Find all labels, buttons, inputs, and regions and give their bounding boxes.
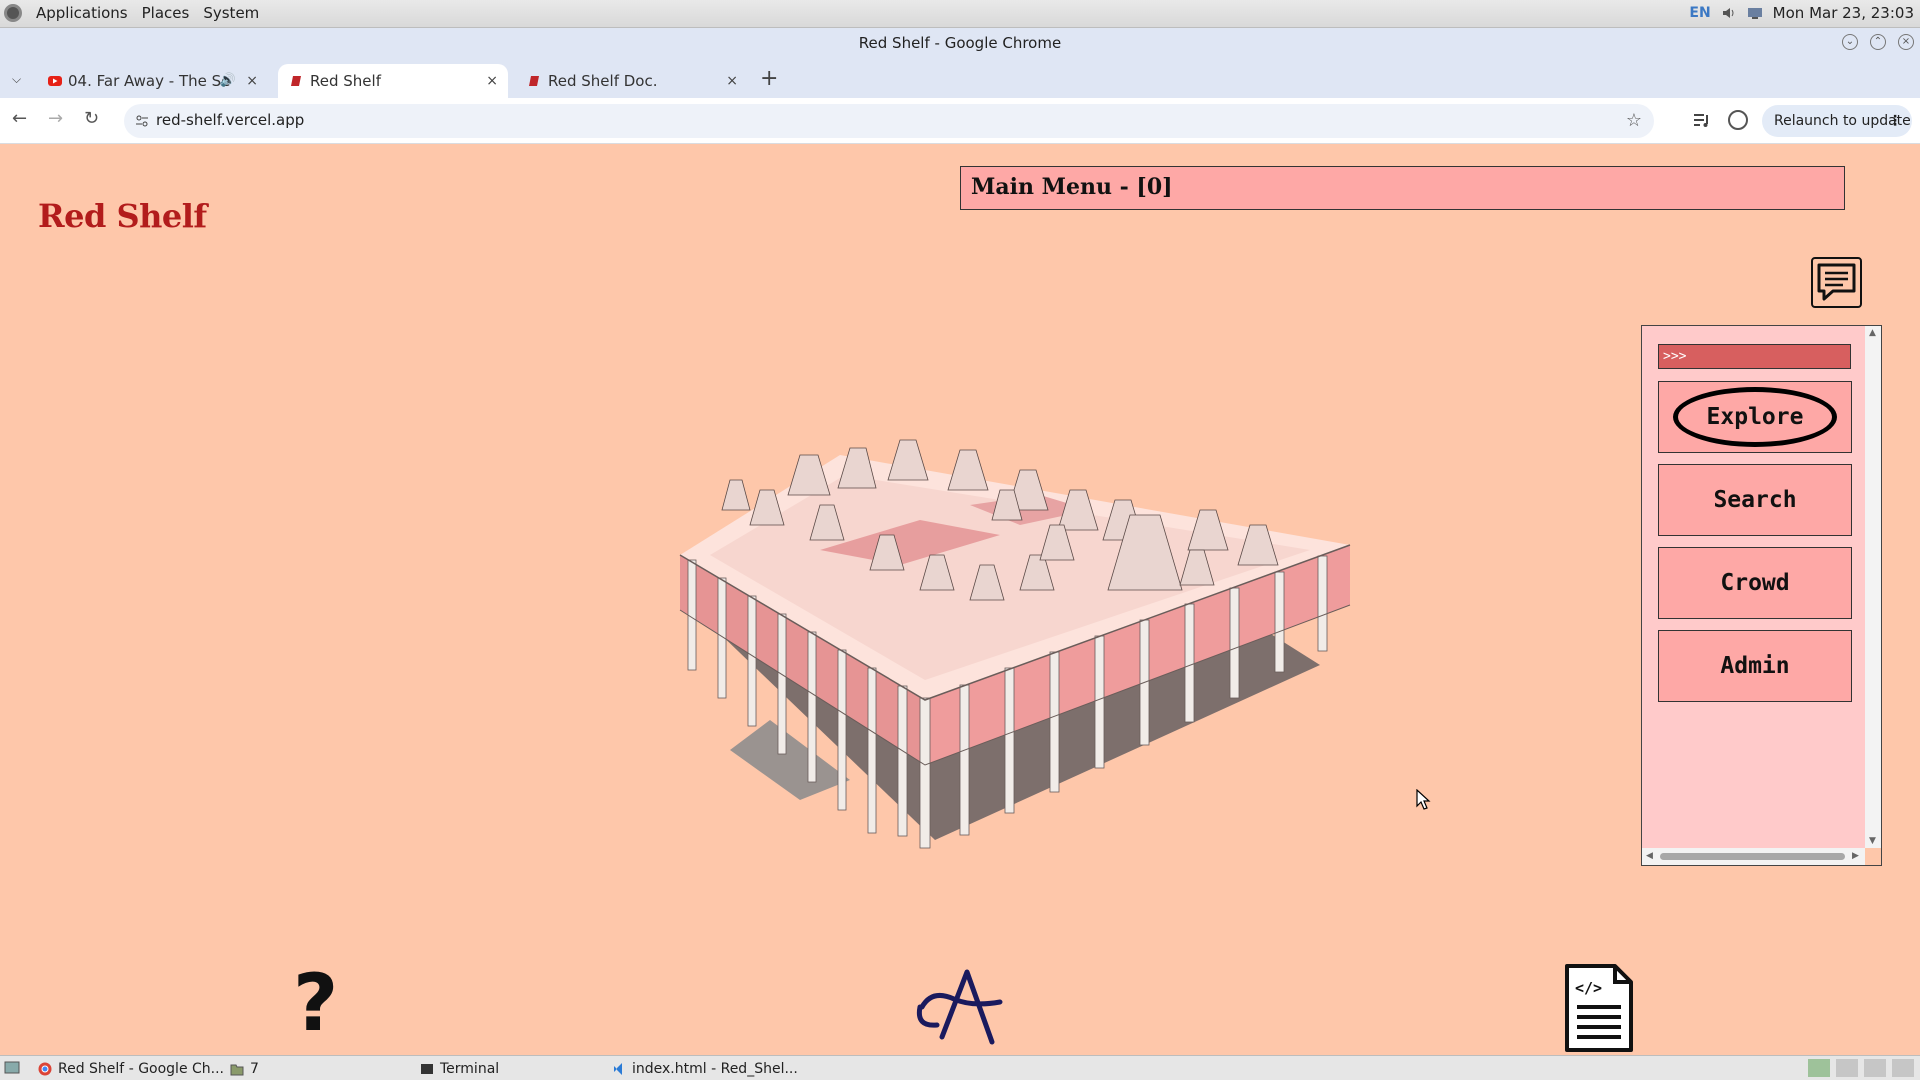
site-settings-icon[interactable] [134,113,150,129]
red-shelf-icon [529,76,539,86]
close-tab-icon[interactable]: × [726,64,738,98]
help-question-icon[interactable]: ? [293,965,338,1043]
chat-button[interactable] [1811,257,1862,308]
taskbar-label: index.html - Red_Shel... [632,1061,798,1077]
tab-youtube[interactable]: 04. Far Away - The Se 🔊 × [36,64,268,98]
crowd-button[interactable]: Crowd [1658,547,1852,619]
window-titlebar: Red Shelf - Google Chrome ⌄ ⌃ × [0,28,1920,58]
url-text: red-shelf.vercel.app [156,111,305,129]
top-panel: Applications Places System EN Mon Mar 23… [0,0,1920,28]
taskbar: Red Shelf - Google Ch... 7 Terminal inde… [0,1055,1920,1080]
terminal-icon [421,1064,433,1074]
browser-toolbar: ← → ↻ red-shelf.vercel.app ☆ Relaunch to… [0,98,1920,144]
scroll-up-icon[interactable]: ▲ [1869,328,1876,338]
tab-title: Red Shelf [310,72,381,90]
scroll-left-icon[interactable]: ◀ [1646,851,1653,861]
close-window-button[interactable]: × [1898,34,1914,50]
search-button[interactable]: Search [1658,464,1852,536]
scroll-right-icon[interactable]: ▶ [1852,851,1859,861]
workspace-2[interactable] [1836,1059,1858,1077]
side-menu-content: >>> Explore Search Crowd Admin [1642,326,1865,848]
tab-red-shelf-doc[interactable]: Red Shelf Doc. × [516,64,748,98]
keyboard-layout-indicator[interactable]: EN [1689,5,1710,21]
site-title: Red Shelf [38,197,207,235]
red-shelf-icon [291,76,301,86]
code-document-icon[interactable]: </> [1563,963,1635,1053]
explore-highlight-ring [1673,387,1837,447]
mouse-cursor-icon [1416,789,1431,810]
taskbar-item-vscode[interactable]: index.html - Red_Shel... [610,1059,830,1079]
tab-title: Red Shelf Doc. [548,72,658,90]
tab-title: 04. Far Away - The Se [68,72,231,90]
media-controls-icon[interactable] [1692,111,1712,129]
explore-button[interactable]: Explore [1658,381,1852,453]
svg-text:</>: </> [1575,979,1602,997]
taskbar-item-chrome[interactable]: Red Shelf - Google Ch... [36,1059,226,1079]
show-desktop-icon[interactable] [4,1060,20,1076]
address-bar[interactable]: red-shelf.vercel.app ☆ [124,104,1654,138]
workspace-4[interactable] [1892,1059,1914,1077]
relaunch-to-update-button[interactable]: Relaunch to update ⋮ [1762,105,1912,137]
side-menu-panel: >>> Explore Search Crowd Admin ▲ ▼ ◀ ▶ [1641,325,1882,866]
back-arrow-icon[interactable]: ← [12,108,27,129]
minimize-button[interactable]: ⌄ [1842,34,1858,50]
chrome-icon [38,1062,52,1076]
vscode-icon [614,1063,622,1075]
building-3d-model[interactable] [670,360,1360,850]
volume-icon[interactable] [1721,5,1737,21]
places-menu[interactable]: Places [142,4,190,22]
reload-icon[interactable]: ↻ [84,108,99,129]
command-input[interactable]: >>> [1658,344,1851,369]
taskbar-item-terminal[interactable]: Terminal [418,1059,558,1079]
scroll-down-icon[interactable]: ▼ [1869,836,1876,846]
applications-menu[interactable]: Applications [36,4,128,22]
vertical-scrollbar[interactable]: ▲ ▼ [1865,326,1881,848]
admin-label: Admin [1720,653,1790,679]
speaker-icon[interactable]: 🔊 [220,64,236,98]
accessibility-a-icon[interactable] [912,967,1007,1047]
taskbar-item-folder[interactable]: 7 [228,1059,348,1079]
system-menu[interactable]: System [203,4,259,22]
new-tab-plus-icon[interactable]: + [760,66,778,91]
horizontal-scrollbar[interactable]: ◀ ▶ [1642,848,1865,865]
search-label: Search [1713,487,1797,513]
window-title: Red Shelf - Google Chrome [858,34,1062,52]
bookmark-star-icon[interactable]: ☆ [1626,110,1642,131]
workspace-1[interactable] [1808,1059,1830,1077]
maximize-button[interactable]: ⌃ [1870,34,1886,50]
tab-search-chevron-icon[interactable]: ⌵ [12,72,21,87]
folder-icon [230,1064,244,1076]
forward-arrow-icon[interactable]: → [48,108,63,129]
close-tab-icon[interactable]: × [246,64,258,98]
tab-red-shelf[interactable]: Red Shelf × [278,64,508,98]
taskbar-label: Red Shelf - Google Ch... [58,1061,225,1077]
crowd-label: Crowd [1720,570,1790,596]
page-content: Red Shelf Main Menu - [0] >>> Explore Se… [0,145,1920,1055]
workspace-3[interactable] [1864,1059,1886,1077]
close-tab-icon[interactable]: × [486,64,498,98]
youtube-icon [48,76,62,86]
profile-avatar-icon[interactable] [1728,110,1748,130]
taskbar-label: 7 [250,1061,259,1077]
tab-strip: ⌵ 04. Far Away - The Se 🔊 × Red Shelf × … [0,58,1920,98]
scrollbar-thumb[interactable] [1660,853,1845,860]
clock[interactable]: Mon Mar 23, 23:03 [1773,4,1914,22]
distro-logo-icon[interactable] [4,4,22,22]
admin-button[interactable]: Admin [1658,630,1852,702]
network-icon[interactable] [1747,5,1763,21]
menu-header: Main Menu - [0] [960,166,1845,210]
taskbar-label: Terminal [440,1061,500,1077]
chat-bubble-icon [1817,263,1856,301]
kebab-menu-icon[interactable]: ⋮ [1888,105,1902,137]
